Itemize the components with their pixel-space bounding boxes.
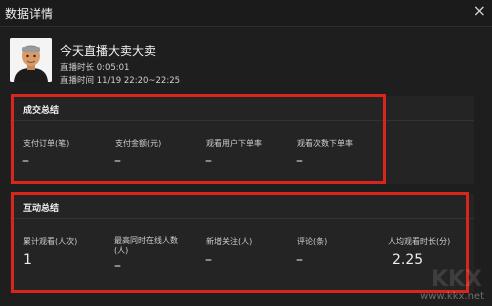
metric-label-cumulative-views: 累计观看(人次) xyxy=(23,237,78,246)
avatar xyxy=(10,38,52,82)
metric-value-orders: – xyxy=(22,153,29,169)
stream-time: 直播时间 11/19 22:20~22:25 xyxy=(60,76,181,86)
metric-value-new-follows: – xyxy=(205,252,212,268)
avatar-icon xyxy=(10,38,52,82)
metric-value-view-order-rate: – xyxy=(296,153,303,169)
metric-label-amount: 支付金额(元) xyxy=(115,139,162,148)
metric-value-amount: – xyxy=(114,153,121,169)
metric-value-comments: – xyxy=(296,252,303,268)
watermark-logo: KKX xyxy=(430,267,482,292)
watermark-text: www.kkx.net xyxy=(420,291,484,302)
metric-label-view-order-rate: 观看次数下单率 xyxy=(297,139,353,148)
metric-label-avg-watch-time: 人均观看时长(分) xyxy=(388,237,451,246)
metric-label-user-order-rate: 观看用户下单率 xyxy=(206,139,262,148)
metric-value-user-order-rate: – xyxy=(205,153,212,169)
metric-value-cumulative-views: 1 xyxy=(23,252,32,268)
metric-value-peak-online: – xyxy=(114,258,121,274)
window-title: 数据详情 xyxy=(5,7,54,21)
metric-label-orders: 支付订单(笔) xyxy=(23,139,70,148)
window-header: 数据详情 × xyxy=(0,0,492,27)
metric-value-avg-watch-time: 2.25 xyxy=(392,252,424,268)
stream-title: 今天直播大卖大卖 xyxy=(60,44,157,58)
metric-label-new-follows: 新增关注(人) xyxy=(206,237,253,246)
metric-label-comments: 评论(条) xyxy=(297,237,328,246)
metric-label-peak-online: 最高同时在线人数(人) xyxy=(114,236,178,255)
close-icon[interactable]: × xyxy=(473,3,486,19)
stream-duration: 直播时长 0:05:01 xyxy=(60,63,130,73)
